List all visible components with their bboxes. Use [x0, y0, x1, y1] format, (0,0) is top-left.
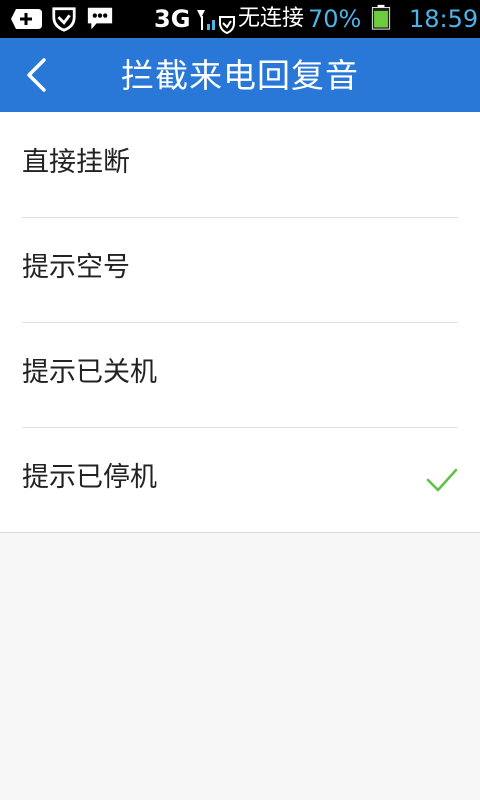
battery-icon — [371, 4, 391, 30]
option-label: 提示已关机 — [22, 357, 157, 388]
option-suspended[interactable]: 提示已停机 — [0, 427, 480, 532]
page-title: 拦截来电回复音 — [121, 56, 359, 95]
notification-text: 无连接 — [238, 6, 305, 31]
checkmark-icon — [426, 468, 458, 492]
clock: 18:59 — [409, 5, 479, 33]
option-list: 直接挂断 提示空号 提示已关机 提示已停机 — [0, 112, 480, 533]
vpn-icon — [219, 16, 235, 35]
option-label: 直接挂断 — [22, 147, 130, 178]
shield-icon — [52, 7, 76, 32]
option-hang-up[interactable]: 直接挂断 — [0, 112, 480, 217]
option-label: 提示空号 — [22, 252, 130, 283]
network-type: 3G — [154, 5, 191, 33]
battery-percent: 70% — [308, 5, 362, 33]
signal-icon — [197, 10, 215, 30]
option-empty-number[interactable]: 提示空号 — [0, 217, 480, 322]
title-bar: 拦截来电回复音 — [0, 38, 480, 112]
status-bar: 3G 无连接 70% 18:59 — [0, 0, 480, 38]
add-icon — [11, 9, 42, 29]
message-icon — [87, 7, 113, 30]
option-powered-off[interactable]: 提示已关机 — [0, 322, 480, 427]
option-label: 提示已停机 — [22, 462, 157, 493]
